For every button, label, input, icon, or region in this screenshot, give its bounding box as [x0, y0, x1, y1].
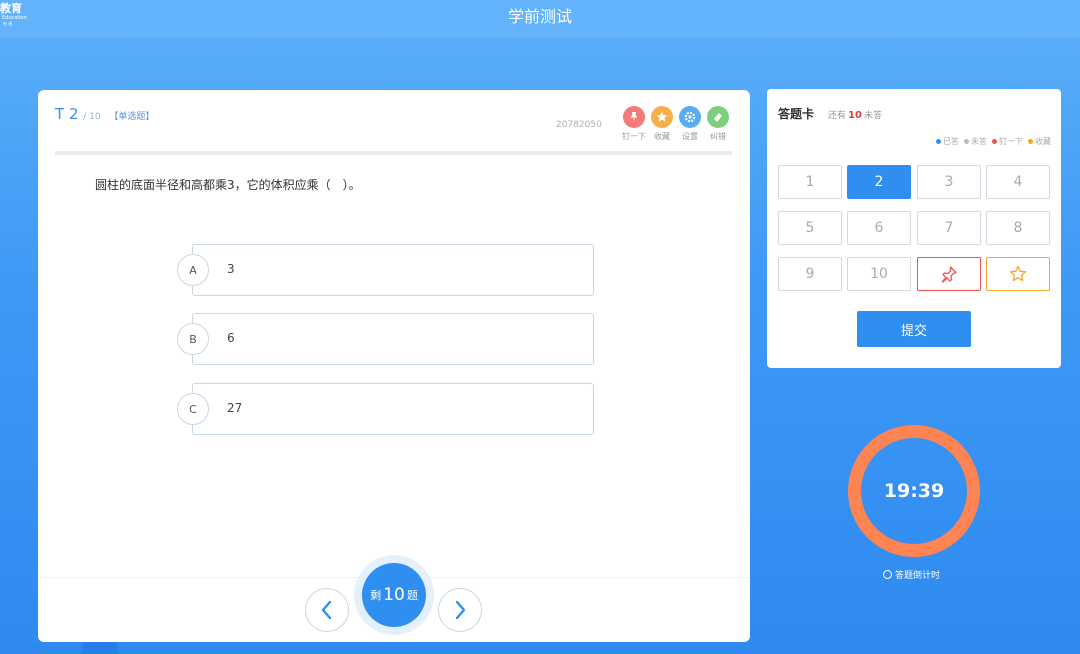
correction-tool-button[interactable]: 纠错 — [705, 106, 731, 142]
option-box — [192, 383, 594, 435]
option-a[interactable]: A 3 — [177, 244, 594, 296]
legend-answered: 已答 — [936, 136, 959, 147]
answer-cell-10[interactable]: 10 — [847, 257, 911, 291]
option-text: 6 — [227, 331, 235, 345]
answer-cell-5[interactable]: 5 — [778, 211, 842, 245]
remaining-count: 10 — [383, 585, 405, 605]
question-type: 【单选题】 — [109, 112, 155, 122]
answer-cell-2[interactable]: 2 — [847, 165, 911, 199]
option-letter: C — [177, 393, 209, 425]
remaining-prefix: 剩 — [370, 589, 382, 602]
pin-tool-label: 钉一下 — [622, 132, 646, 141]
unanswered-summary: 还有 10 未答 — [828, 108, 882, 121]
clock-icon — [883, 570, 892, 579]
option-c[interactable]: C 27 — [177, 383, 594, 435]
pin-outline-icon — [941, 266, 957, 283]
favorite-tool-button[interactable]: 收藏 — [649, 106, 675, 142]
question-prefix: T — [55, 105, 65, 123]
dot-icon — [1028, 139, 1033, 144]
question-stem: 圆柱的底面半径和高都乘3，它的体积应乘（ ）。 — [95, 178, 361, 192]
unanswered-prefix: 还有 — [828, 111, 847, 121]
option-box — [192, 313, 594, 365]
question-total: / 10 — [83, 112, 101, 122]
remaining-questions: 剩 10 题 — [362, 563, 426, 627]
pin-tool-button[interactable]: 钉一下 — [621, 106, 647, 142]
settings-tool-button[interactable]: 设置 — [677, 106, 703, 142]
countdown-timer: 19:39 — [848, 425, 980, 557]
dot-icon — [992, 139, 997, 144]
remaining-suffix: 题 — [406, 589, 418, 602]
legend-unanswered: 未答 — [964, 136, 987, 147]
prev-question-button[interactable] — [305, 588, 349, 632]
answer-cell-6[interactable]: 6 — [847, 211, 911, 245]
settings-tool-label: 设置 — [682, 132, 698, 141]
submit-button[interactable]: 提交 — [857, 311, 971, 347]
timer-value: 19:39 — [883, 480, 945, 502]
dot-icon — [964, 139, 969, 144]
dot-icon — [936, 139, 941, 144]
answer-cell-3[interactable]: 3 — [917, 165, 981, 199]
answer-legend: 已答 未答 钉一下 收藏 — [931, 136, 1051, 147]
legend-pinned: 钉一下 — [992, 136, 1023, 147]
next-question-button[interactable] — [438, 588, 482, 632]
option-letter: A — [177, 254, 209, 286]
answer-cell-1[interactable]: 1 — [778, 165, 842, 199]
answer-cell-7[interactable]: 7 — [917, 211, 981, 245]
timer-label-text: 答题倒计时 — [895, 571, 941, 581]
chevron-right-icon — [455, 600, 466, 620]
answer-card-title: 答题卡 — [778, 107, 815, 121]
eraser-icon — [707, 106, 729, 128]
legend-favorited: 收藏 — [1028, 136, 1051, 147]
option-text: 3 — [227, 262, 235, 276]
page-title: 学前测试 — [507, 7, 572, 26]
option-text: 27 — [227, 401, 243, 415]
top-header: 教育 Education 在 线 学前测试 — [0, 0, 1080, 38]
option-letter: B — [177, 323, 209, 355]
answer-card: 答题卡 还有 10 未答 已答 未答 钉一下 收藏 1 2 3 4 5 6 7 8 … — [767, 89, 1061, 368]
question-divider — [55, 151, 732, 155]
timer-caption: 答题倒计时 — [883, 568, 940, 581]
question-number: T 2 / 10 【单选题】 — [55, 105, 154, 123]
option-b[interactable]: B 6 — [177, 313, 594, 365]
pinned-filter-button[interactable] — [917, 257, 981, 291]
question-id: 20782050 — [556, 120, 602, 130]
answer-cell-8[interactable]: 8 — [986, 211, 1050, 245]
unanswered-count: 10 — [848, 110, 862, 121]
star-icon — [651, 106, 673, 128]
question-panel: T 2 / 10 【单选题】 20782050 钉一下 收藏 设置 纠错 圆柱的… — [38, 90, 750, 642]
star-outline-icon — [1009, 265, 1027, 282]
chevron-left-icon — [321, 600, 332, 620]
answer-cell-9[interactable]: 9 — [778, 257, 842, 291]
question-current: 2 — [68, 105, 79, 123]
option-box — [192, 244, 594, 296]
correction-tool-label: 纠错 — [710, 132, 726, 141]
favorite-tool-label: 收藏 — [654, 132, 670, 141]
remaining-questions-badge: 剩 10 题 — [354, 555, 434, 635]
favorite-filter-button[interactable] — [986, 257, 1050, 291]
unanswered-suffix: 未答 — [863, 111, 882, 121]
pin-icon — [623, 106, 645, 128]
answer-cell-4[interactable]: 4 — [986, 165, 1050, 199]
gear-icon — [679, 106, 701, 128]
